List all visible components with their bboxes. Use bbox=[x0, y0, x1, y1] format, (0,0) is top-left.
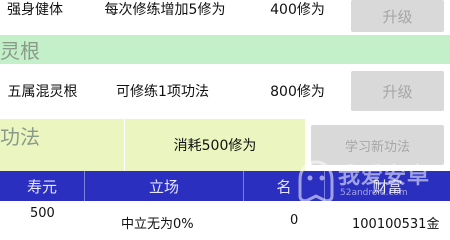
cell-wealth: 100100531金 bbox=[352, 217, 440, 232]
cell-fame: 0 bbox=[290, 213, 299, 228]
section-linggen: 灵根 bbox=[0, 35, 450, 64]
upgrade-row-qiangshen: 强身健体 每次修练增加5修为 400修为 升级 bbox=[0, 0, 450, 32]
row-name: 五属混灵根 bbox=[7, 84, 78, 100]
section-gongfa: 功法 bbox=[0, 119, 124, 171]
upgrade-button[interactable]: 升级 bbox=[351, 0, 444, 32]
cell-stance: 中立无为0% bbox=[121, 217, 194, 232]
gongfa-cost: 消耗500修为 bbox=[125, 119, 305, 171]
watermark-text: 我爱安卓 bbox=[338, 164, 431, 189]
header-lifespan: 寿元 bbox=[0, 171, 85, 201]
watermark: 我爱安卓 52android.com bbox=[294, 152, 444, 212]
row-effect: 可修练1项功法 bbox=[116, 84, 209, 100]
section-title-gongfa: 功法 bbox=[0, 125, 40, 149]
row-name: 强身健体 bbox=[7, 2, 63, 18]
row-cost: 400修为 bbox=[270, 2, 325, 18]
android-logo-icon bbox=[298, 160, 334, 203]
header-stance: 立场 bbox=[85, 171, 244, 201]
row-effect: 每次修练增加5修为 bbox=[104, 2, 226, 18]
cell-lifespan: 500 bbox=[30, 206, 55, 221]
section-title-linggen: 灵根 bbox=[0, 39, 40, 63]
row-cost: 800修为 bbox=[270, 84, 325, 100]
watermark-url: 52android.com bbox=[340, 188, 408, 198]
upgrade-row-linggen: 五属混灵根 可修练1项功法 800修为 升级 bbox=[0, 66, 450, 116]
upgrade-button[interactable]: 升级 bbox=[351, 71, 444, 111]
